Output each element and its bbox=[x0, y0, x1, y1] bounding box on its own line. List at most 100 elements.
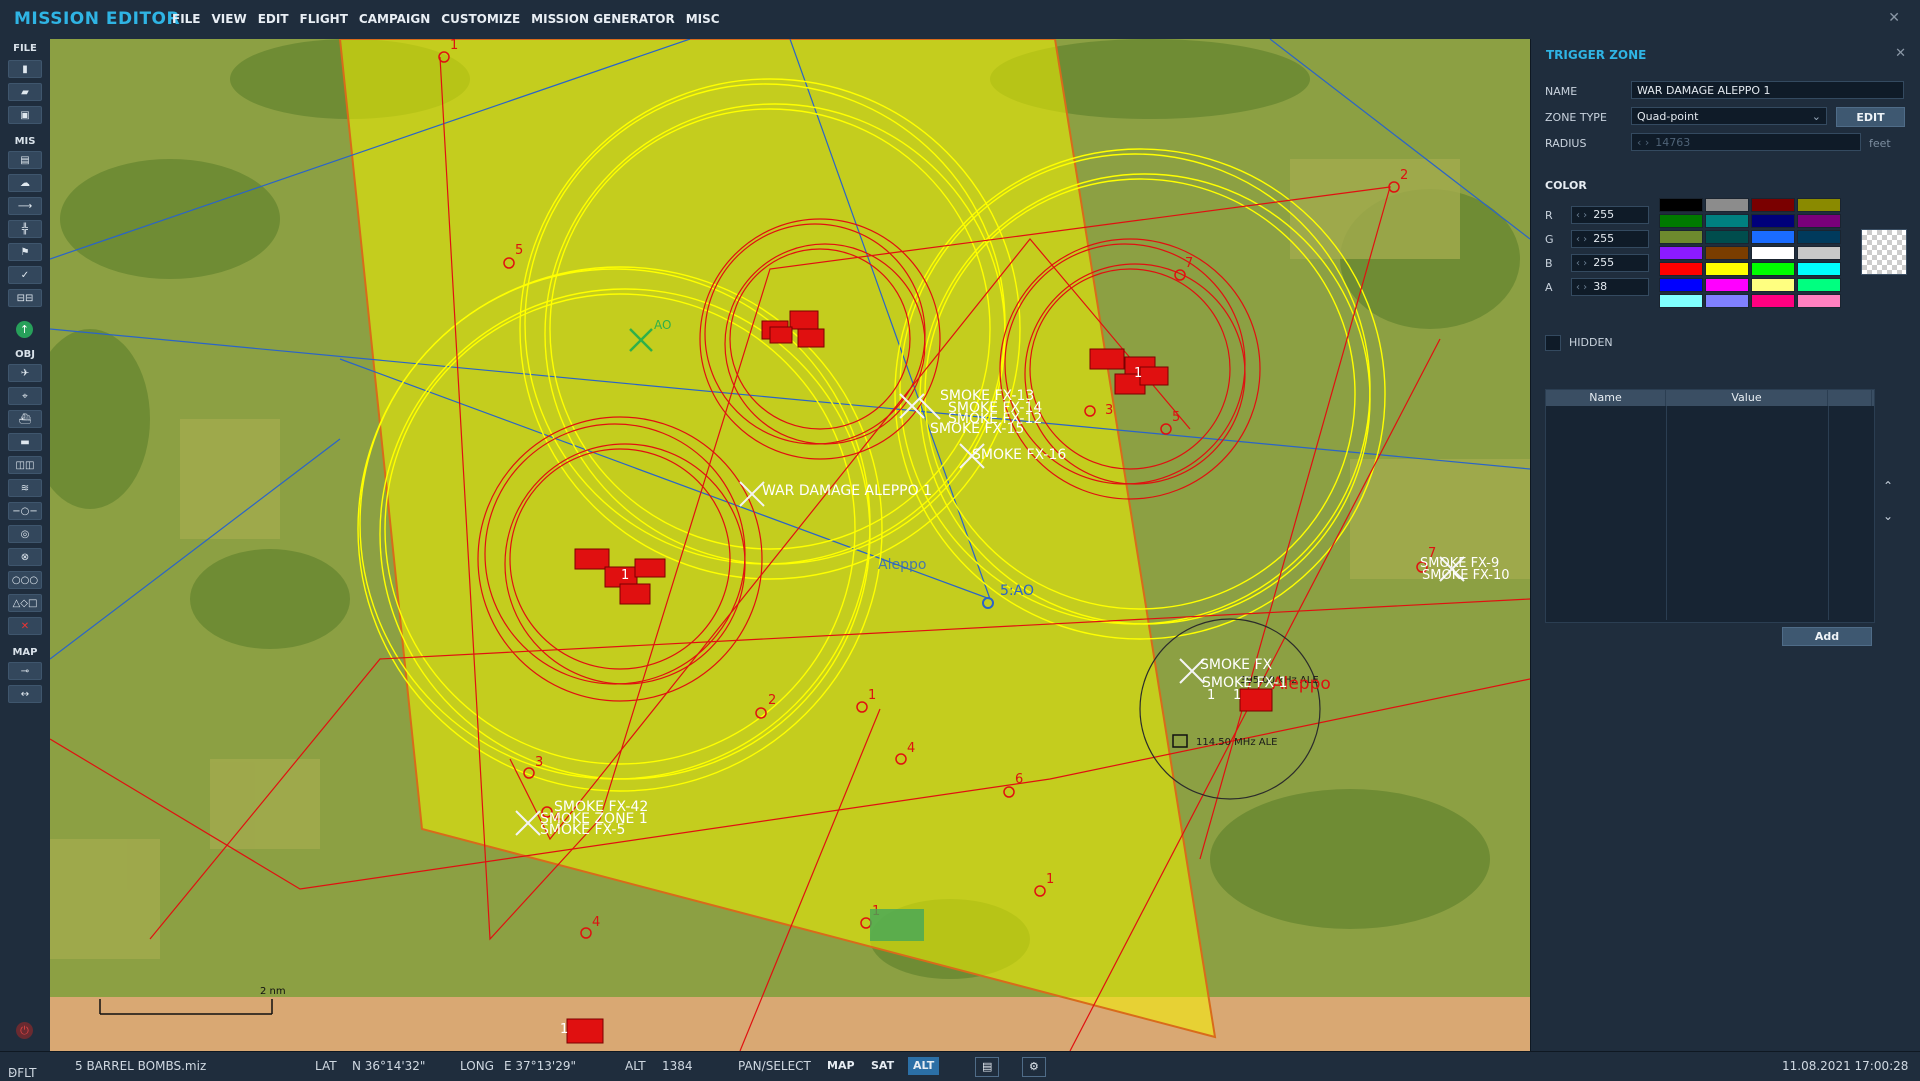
mission-map[interactable]: 1534 4214 6127 3517 11111 AO 5:AO Aleppo bbox=[50, 39, 1530, 1051]
r-stepper[interactable]: ‹ › 255 bbox=[1571, 206, 1649, 224]
zoom-icon[interactable]: ↔ bbox=[8, 685, 42, 703]
layers-icon[interactable]: ▤ bbox=[975, 1057, 1000, 1077]
weather-icon[interactable]: ☁ bbox=[8, 174, 42, 192]
color-swatch[interactable] bbox=[1705, 294, 1749, 308]
menu-view[interactable]: VIEW bbox=[212, 12, 247, 26]
menu-customize[interactable]: CUSTOMIZE bbox=[441, 12, 520, 26]
new-mission-icon[interactable]: ▮ bbox=[8, 60, 42, 78]
static-object-icon[interactable]: ◫◫ bbox=[8, 456, 42, 474]
color-swatch[interactable] bbox=[1705, 214, 1749, 228]
color-swatch[interactable] bbox=[1797, 262, 1841, 276]
close-icon[interactable]: ✕ bbox=[1895, 46, 1906, 61]
pan-select-mode[interactable]: PAN/SELECT bbox=[738, 1059, 811, 1073]
color-swatch[interactable] bbox=[1751, 246, 1795, 260]
color-swatch[interactable] bbox=[1705, 262, 1749, 276]
menu-mission-generator[interactable]: MISSION GENERATOR bbox=[531, 12, 675, 26]
spinner-arrows-icon: ‹ › bbox=[1576, 234, 1588, 245]
color-swatch[interactable] bbox=[1751, 230, 1795, 244]
power-icon[interactable]: ⏻ bbox=[16, 1022, 33, 1039]
color-swatch[interactable] bbox=[1705, 230, 1749, 244]
plane-icon[interactable]: ✈ bbox=[8, 364, 42, 382]
color-swatch[interactable] bbox=[1751, 214, 1795, 228]
table-header: Name Value bbox=[1546, 390, 1874, 406]
app-title: MISSION EDITOR bbox=[14, 9, 181, 29]
menu-edit[interactable]: EDIT bbox=[258, 12, 289, 26]
airbase-icon[interactable]: ╬ bbox=[8, 220, 42, 238]
ship-icon[interactable]: ⛴ bbox=[8, 410, 42, 428]
shape-icon[interactable]: ○○○ bbox=[8, 571, 42, 589]
add-button[interactable]: Add bbox=[1782, 627, 1872, 646]
g-stepper[interactable]: ‹ › 255 bbox=[1571, 230, 1649, 248]
alt-view-button[interactable]: ALT bbox=[908, 1057, 940, 1075]
color-swatch[interactable] bbox=[1659, 230, 1703, 244]
color-swatch[interactable] bbox=[1797, 230, 1841, 244]
open-mission-icon[interactable]: ▰ bbox=[8, 83, 42, 101]
column-name-header[interactable]: Name bbox=[1546, 390, 1666, 406]
color-swatch[interactable] bbox=[1659, 214, 1703, 228]
color-swatch[interactable] bbox=[1751, 198, 1795, 212]
b-stepper[interactable]: ‹ › 255 bbox=[1571, 254, 1649, 272]
trigger-zone-icon[interactable]: ≋ bbox=[8, 479, 42, 497]
trigger-zone-panel: TRIGGER ZONE ✕ NAME WAR DAMAGE ALEPPO 1 … bbox=[1530, 39, 1920, 1051]
scroll-down-icon[interactable]: ⌄ bbox=[1883, 509, 1893, 523]
close-icon[interactable]: ✕ bbox=[1888, 10, 1900, 26]
color-swatch[interactable] bbox=[1751, 262, 1795, 276]
hidden-checkbox[interactable] bbox=[1545, 335, 1561, 351]
ruler-icon[interactable]: ⊸ bbox=[8, 662, 42, 680]
color-swatch[interactable] bbox=[1705, 246, 1749, 260]
a-stepper[interactable]: ‹ › 38 bbox=[1571, 278, 1649, 296]
helicopter-icon[interactable]: ⌖ bbox=[8, 387, 42, 405]
menu-flight[interactable]: FLIGHT bbox=[300, 12, 348, 26]
color-swatch[interactable] bbox=[1659, 294, 1703, 308]
save-mission-icon[interactable]: ▣ bbox=[8, 106, 42, 124]
compass-icon[interactable]: ↑ bbox=[16, 321, 33, 338]
settings-icon[interactable]: ⚙ bbox=[1022, 1057, 1046, 1077]
name-label: NAME bbox=[1545, 85, 1578, 98]
name-field[interactable]: WAR DAMAGE ALEPPO 1 bbox=[1631, 81, 1904, 99]
chevron-down-icon: ⌄ bbox=[8, 1066, 17, 1077]
color-swatch[interactable] bbox=[1659, 278, 1703, 292]
edit-button[interactable]: EDIT bbox=[1836, 107, 1905, 127]
color-swatch[interactable] bbox=[1659, 198, 1703, 212]
color-swatch[interactable] bbox=[1705, 198, 1749, 212]
triggers-icon[interactable]: ⚑ bbox=[8, 243, 42, 261]
color-swatch[interactable] bbox=[1659, 246, 1703, 260]
nav-point-icon[interactable]: ◎ bbox=[8, 525, 42, 543]
b-label: B bbox=[1545, 257, 1553, 270]
svg-text:1: 1 bbox=[1134, 366, 1142, 381]
color-swatch[interactable] bbox=[1797, 214, 1841, 228]
r-label: R bbox=[1545, 209, 1553, 222]
bullseye-icon[interactable]: ⊗ bbox=[8, 548, 42, 566]
hidden-label: HIDDEN bbox=[1569, 336, 1613, 349]
color-swatch[interactable] bbox=[1751, 278, 1795, 292]
map-view-button[interactable]: MAP bbox=[822, 1057, 860, 1075]
color-swatch[interactable] bbox=[1797, 246, 1841, 260]
sat-view-button[interactable]: SAT bbox=[866, 1057, 899, 1075]
template-icon[interactable]: −○− bbox=[8, 502, 42, 520]
left-toolbar: FILE ▮ ▰ ▣ MIS ▤ ☁ ⟶ ╬ ⚑ ✓ ⊟⊟ ↑ OBJ ✈ ⌖ … bbox=[0, 39, 51, 1051]
draw-shapes-icon[interactable]: △◇□ bbox=[8, 594, 42, 612]
radius-field: ‹ › 14763 bbox=[1631, 133, 1861, 151]
menu-campaign[interactable]: CAMPAIGN bbox=[359, 12, 430, 26]
b-value: 255 bbox=[1593, 256, 1615, 269]
briefing-icon[interactable]: ▤ bbox=[8, 151, 42, 169]
resource-icon[interactable]: ⊟⊟ bbox=[8, 289, 42, 307]
delete-icon[interactable]: ✕ bbox=[8, 617, 42, 635]
color-swatch[interactable] bbox=[1751, 294, 1795, 308]
color-swatch[interactable] bbox=[1797, 278, 1841, 292]
color-swatch[interactable] bbox=[1705, 278, 1749, 292]
menu-file[interactable]: FILE bbox=[172, 12, 201, 26]
scroll-up-icon[interactable]: ⌃ bbox=[1883, 479, 1893, 493]
goals-icon[interactable]: ✓ bbox=[8, 266, 42, 284]
column-value-header[interactable]: Value bbox=[1666, 390, 1828, 406]
color-swatch[interactable] bbox=[1659, 262, 1703, 276]
color-swatch[interactable] bbox=[1797, 294, 1841, 308]
zone-type-select[interactable]: Quad-point ⌄ bbox=[1631, 107, 1827, 125]
spinner-arrows-icon: ‹ › bbox=[1576, 282, 1588, 293]
ground-vehicle-icon[interactable]: ▬ bbox=[8, 433, 42, 451]
column-extra-header bbox=[1828, 390, 1872, 406]
color-swatch[interactable] bbox=[1797, 198, 1841, 212]
mission-file: 5 BARREL BOMBS.miz bbox=[75, 1059, 207, 1073]
menu-misc[interactable]: MISC bbox=[686, 12, 720, 26]
aircraft-route-icon[interactable]: ⟶ bbox=[8, 197, 42, 215]
